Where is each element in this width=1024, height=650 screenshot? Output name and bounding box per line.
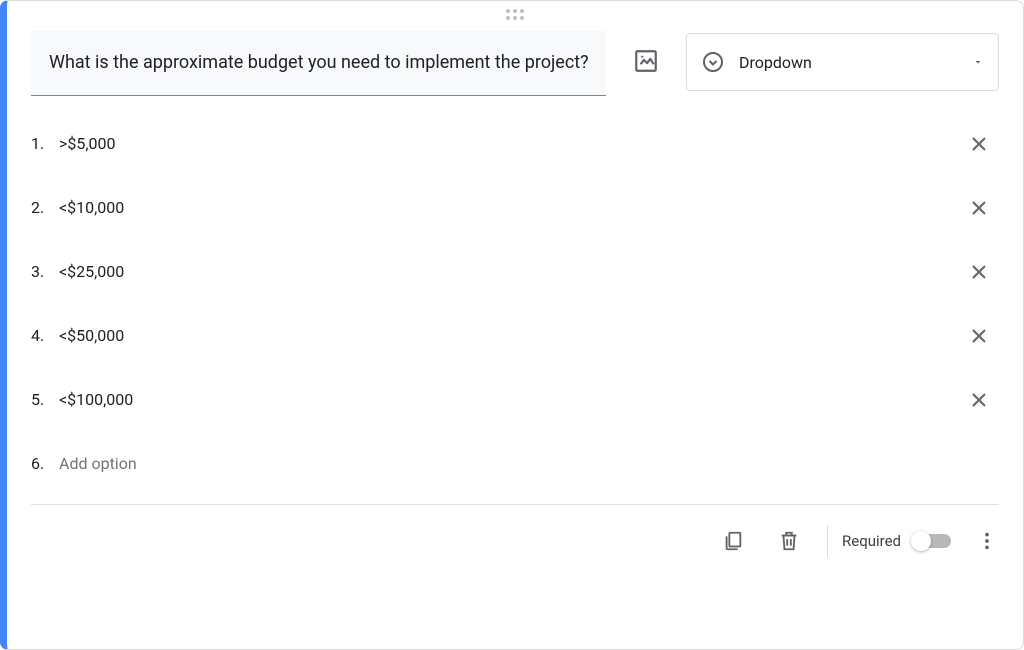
required-toggle[interactable] (913, 534, 951, 548)
duplicate-icon (722, 530, 744, 552)
option-text-input[interactable]: <$10,000 (59, 198, 959, 217)
more-options-button[interactable] (963, 517, 1011, 565)
close-icon (967, 132, 991, 156)
remove-option-button[interactable] (959, 124, 999, 164)
vertical-divider (827, 525, 828, 557)
question-header-row: What is the approximate budget you need … (7, 23, 1023, 96)
remove-option-button[interactable] (959, 316, 999, 356)
option-text-input[interactable]: <$100,000 (59, 390, 959, 409)
options-list: 1. >$5,000 2. <$10,000 3. <$25,000 4. <$… (7, 96, 1023, 488)
duplicate-button[interactable] (709, 517, 757, 565)
image-icon (633, 48, 659, 74)
option-index: 3. (31, 262, 59, 281)
close-icon (967, 260, 991, 284)
close-icon (967, 388, 991, 412)
question-type-label: Dropdown (739, 53, 958, 72)
question-card: What is the approximate budget you need … (0, 0, 1024, 650)
option-index: 6. (31, 454, 59, 473)
option-row: 3. <$25,000 (31, 248, 999, 296)
add-option-row: 6. Add option (31, 440, 999, 488)
option-row: 1. >$5,000 (31, 120, 999, 168)
add-option-input[interactable]: Add option (59, 454, 999, 473)
option-index: 4. (31, 326, 59, 345)
option-row: 2. <$10,000 (31, 184, 999, 232)
required-label: Required (842, 532, 901, 550)
question-footer: Required (7, 505, 1023, 577)
option-text-input[interactable]: <$50,000 (59, 326, 959, 345)
add-image-button[interactable] (622, 37, 670, 85)
question-text-input[interactable]: What is the approximate budget you need … (31, 31, 606, 96)
delete-button[interactable] (765, 517, 813, 565)
remove-option-button[interactable] (959, 252, 999, 292)
option-index: 5. (31, 390, 59, 409)
more-vertical-icon (976, 530, 998, 552)
dropdown-type-icon (701, 50, 725, 74)
question-type-select[interactable]: Dropdown (686, 33, 999, 91)
option-row: 4. <$50,000 (31, 312, 999, 360)
close-icon (967, 324, 991, 348)
drag-handle[interactable] (7, 5, 1023, 23)
remove-option-button[interactable] (959, 188, 999, 228)
option-index: 2. (31, 198, 59, 217)
toggle-knob (911, 531, 931, 551)
option-index: 1. (31, 134, 59, 153)
remove-option-button[interactable] (959, 380, 999, 420)
option-text-input[interactable]: <$25,000 (59, 262, 959, 281)
caret-down-icon (972, 56, 984, 68)
trash-icon (778, 530, 800, 552)
drag-dots-icon (506, 9, 524, 20)
option-text-input[interactable]: >$5,000 (59, 134, 959, 153)
close-icon (967, 196, 991, 220)
option-row: 5. <$100,000 (31, 376, 999, 424)
